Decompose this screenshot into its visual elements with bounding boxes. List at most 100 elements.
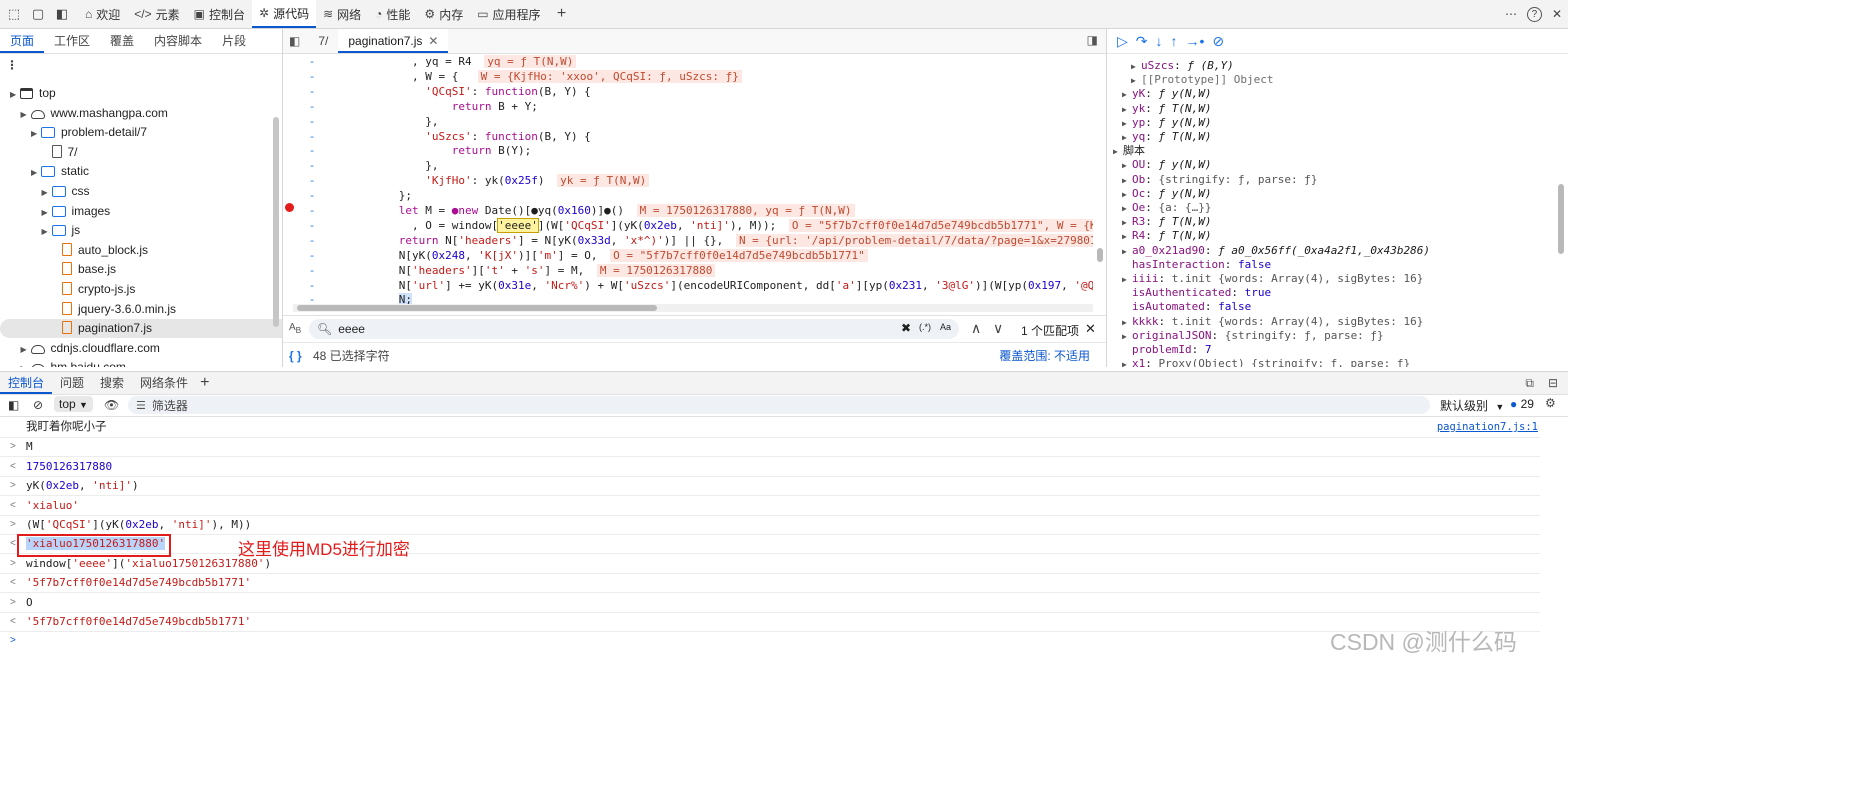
toggle-navigator-icon[interactable]: ◧: [289, 34, 300, 48]
expand-arrow-icon[interactable]: ▶: [1122, 330, 1132, 344]
expand-arrow-icon[interactable]: ▶: [1122, 316, 1132, 330]
search-field[interactable]: 🔍︎ eeee ✖ (.*) Aa: [309, 319, 959, 339]
deactivate-breakpoints-icon[interactable]: ⊘: [1212, 33, 1224, 50]
expand-arrow-icon[interactable]: ▶: [1122, 216, 1132, 230]
context-selector[interactable]: top ▼: [54, 396, 93, 412]
line-gutter[interactable]: -: [307, 173, 317, 188]
code-area[interactable]: - , yq = R4 yq = ƒ T(N,W) - , W = { W = {…: [283, 54, 1106, 307]
scope-entry[interactable]: ▶ yk: ƒ T(N,W): [1122, 102, 1211, 116]
tree-item[interactable]: ▶ css: [0, 182, 282, 201]
tree-item[interactable]: auto_block.js: [0, 241, 282, 260]
expand-arrow-icon[interactable]: ▶: [1122, 117, 1132, 131]
tree-item[interactable]: jquery-3.6.0.min.js: [0, 300, 282, 319]
tab-app-window[interactable]: ▭ 应用程序: [470, 0, 547, 28]
tab-gauge[interactable]: ◔ 性能: [368, 0, 417, 28]
tree-item[interactable]: ▶ js: [0, 221, 282, 241]
expand-arrow-icon[interactable]: ▶: [1131, 74, 1141, 88]
expand-arrow-icon[interactable]: ▶: [31, 124, 41, 143]
scope-entry[interactable]: ▶ yK: ƒ y(N,W): [1122, 87, 1211, 101]
line-gutter[interactable]: -: [307, 218, 317, 233]
code-line[interactable]: - 'QCqSI': function(B, Y) {: [283, 84, 1083, 99]
line-gutter[interactable]: -: [307, 233, 317, 248]
drawer-add-tab-button[interactable]: +: [200, 374, 209, 392]
scope-entry[interactable]: ▶ Oc: ƒ y(N,W): [1122, 187, 1211, 201]
scope-entry[interactable]: problemId: 7: [1122, 343, 1211, 357]
navigator-tab[interactable]: 内容脚本: [144, 29, 212, 53]
expand-arrow-icon[interactable]: ▶: [1122, 159, 1132, 173]
expand-arrow-icon[interactable]: ▶: [21, 105, 31, 124]
scope-entry[interactable]: ▶ Ob: {stringify: ƒ, parse: ƒ}: [1122, 173, 1317, 187]
tab-bug[interactable]: ✲ 源代码: [252, 0, 317, 28]
code-line[interactable]: - };: [283, 188, 1083, 203]
code-line[interactable]: - let M = ●new Date()[●yq(0x160)]●() M =…: [283, 203, 1083, 218]
expand-arrow-icon[interactable]: ▶: [21, 340, 31, 359]
code-line[interactable]: - N['url'] += yK(0x31e, 'Ncr%') + W['uSz…: [283, 278, 1093, 293]
editor-vertical-scrollbar[interactable]: [1096, 54, 1104, 304]
line-gutter[interactable]: -: [307, 158, 317, 173]
scope-entry[interactable]: ▶ Oe: {a: {…}}: [1122, 201, 1211, 215]
close-tab-icon[interactable]: ✕: [428, 34, 438, 48]
drawer-tab[interactable]: 搜索: [92, 372, 132, 394]
expand-arrow-icon[interactable]: ▶: [42, 222, 52, 241]
tab-console[interactable]: ▣ 控制台: [187, 0, 252, 28]
console-filter[interactable]: ☰ 筛选器: [128, 396, 1430, 414]
tab-gear-chip[interactable]: ⚙ 内存: [417, 0, 470, 28]
close-devtools-icon[interactable]: ✕: [1552, 7, 1562, 21]
close-search-button[interactable]: ✕: [1085, 321, 1096, 337]
navigator-tab[interactable]: 片段: [212, 29, 256, 53]
more-options-icon[interactable]: ⋯: [1505, 7, 1517, 21]
scope-entry[interactable]: ▶ x1: Proxy(Object) {stringify: ƒ, parse:…: [1122, 357, 1410, 367]
tab-code-tag[interactable]: </> 元素: [127, 0, 186, 28]
expand-arrow-icon[interactable]: ▶: [1122, 202, 1132, 216]
tab-home[interactable]: ⌂ 欢迎: [78, 0, 127, 28]
editor-horizontal-scrollbar[interactable]: [293, 304, 1093, 312]
expand-arrow-icon[interactable]: ▶: [1122, 103, 1132, 117]
tree-item[interactable]: 7/: [0, 143, 282, 162]
code-line[interactable]: - return N['headers'] = N[yK(0x33d, 'x*^…: [283, 233, 1093, 248]
inspect-element-icon[interactable]: ⬚: [4, 4, 24, 24]
console-prompt[interactable]: >: [0, 631, 1540, 650]
scope-entry[interactable]: hasInteraction: false: [1122, 258, 1271, 272]
search-input-value[interactable]: eeee: [338, 322, 365, 336]
regex-toggle[interactable]: (.*): [919, 322, 931, 332]
tree-item[interactable]: ▶ hm.baidu.com: [0, 358, 282, 367]
step-into-icon[interactable]: ↓: [1156, 33, 1163, 49]
drawer-tab[interactable]: 问题: [52, 372, 92, 394]
expand-arrow-icon[interactable]: ▶: [1122, 188, 1132, 202]
add-panel-button[interactable]: +: [552, 4, 572, 24]
console-settings-icon[interactable]: ⚙: [1545, 396, 1556, 410]
scope-entry[interactable]: ▶ R4: ƒ T(N,W): [1122, 229, 1211, 243]
step-icon[interactable]: →•: [1186, 33, 1205, 49]
breakpoint-marker-icon[interactable]: [285, 203, 294, 212]
scope-entry[interactable]: isAuthenticated: true: [1122, 286, 1271, 300]
clear-search-icon[interactable]: ✖: [901, 321, 911, 335]
scope-entry[interactable]: isAutomated: false: [1122, 300, 1251, 314]
dock-side-icon[interactable]: ◧: [52, 4, 72, 24]
navigator-tab[interactable]: 页面: [0, 29, 45, 53]
expand-arrow-icon[interactable]: ▶: [42, 203, 52, 222]
tree-item[interactable]: ▶ top: [0, 84, 276, 103]
step-over-icon[interactable]: ↷: [1136, 33, 1148, 50]
undock-drawer-icon[interactable]: ⧉: [1525, 376, 1534, 391]
editor-tab[interactable]: pagination7.js ✕: [338, 29, 449, 53]
line-gutter[interactable]: -: [307, 203, 317, 218]
help-icon[interactable]: ?: [1526, 6, 1542, 22]
coverage-link[interactable]: 覆盖范围: 不适用: [999, 347, 1090, 364]
expand-arrow-icon[interactable]: ▶: [1113, 145, 1123, 159]
line-gutter[interactable]: -: [307, 114, 317, 129]
expand-arrow-icon[interactable]: ▶: [1131, 60, 1141, 74]
scope-entry[interactable]: ▶ [[Prototype]] Object: [1131, 73, 1273, 87]
sidebar-toggle-icon[interactable]: ◧: [8, 398, 19, 412]
toggle-debugger-icon[interactable]: ◨: [1087, 33, 1098, 47]
tree-item[interactable]: crypto-js.js: [0, 280, 282, 299]
scope-entry[interactable]: ▶ yq: ƒ T(N,W): [1122, 130, 1211, 144]
code-line[interactable]: - 'KjfHo': yk(0x25f) yk = ƒ T(N,W): [283, 173, 1083, 188]
match-case-toggle[interactable]: Aa: [940, 322, 951, 332]
expand-arrow-icon[interactable]: ▶: [1122, 131, 1132, 145]
issues-counter[interactable]: ● 29: [1510, 397, 1534, 411]
code-line[interactable]: - 'uSzcs': function(B, Y) {: [283, 129, 1083, 144]
line-gutter[interactable]: -: [307, 84, 317, 99]
expand-arrow-icon[interactable]: ▶: [10, 85, 20, 104]
code-line[interactable]: - return B + Y;: [283, 99, 1083, 114]
prev-match-button[interactable]: ∧: [971, 320, 981, 337]
